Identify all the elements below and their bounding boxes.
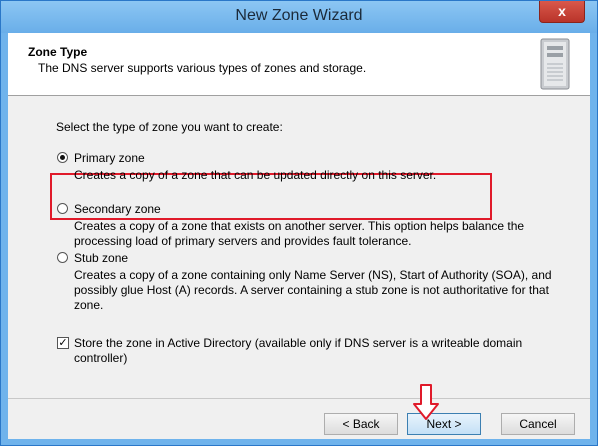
page-subtitle: The DNS server supports various types of… <box>38 61 367 75</box>
primary-zone-label[interactable]: Primary zone <box>74 151 145 165</box>
back-button[interactable]: < Back <box>324 413 398 435</box>
secondary-zone-label[interactable]: Secondary zone <box>74 202 161 216</box>
zone-type-prompt: Select the type of zone you want to crea… <box>56 120 283 134</box>
primary-zone-desc: Creates a copy of a zone that can be upd… <box>74 168 437 182</box>
wizard-header: Zone Type The DNS server supports variou… <box>8 33 590 96</box>
window-title: New Zone Wizard <box>235 7 363 24</box>
stub-zone-radio[interactable] <box>57 252 68 263</box>
server-icon <box>540 38 570 90</box>
down-arrow-icon <box>413 384 439 420</box>
title-bar[interactable]: New Zone Wizard x <box>1 1 597 33</box>
cancel-button[interactable]: Cancel <box>501 413 575 435</box>
store-in-ad-label[interactable]: Store the zone in Active Directory (avai… <box>74 336 574 366</box>
stub-zone-label[interactable]: Stub zone <box>74 251 128 265</box>
wizard-footer: < Back Next > Cancel <box>8 398 590 439</box>
primary-zone-radio[interactable] <box>57 152 68 163</box>
page-title: Zone Type <box>28 45 88 59</box>
wizard-window: New Zone Wizard x Zone Type The DNS serv… <box>0 0 598 446</box>
secondary-zone-radio[interactable] <box>57 203 68 214</box>
close-button[interactable]: x <box>539 1 585 23</box>
wizard-client: Zone Type The DNS server supports variou… <box>8 33 590 439</box>
wizard-body: Select the type of zone you want to crea… <box>8 96 590 396</box>
secondary-zone-desc: Creates a copy of a zone that exists on … <box>74 219 525 248</box>
store-in-ad-checkbox[interactable]: ✓ <box>57 337 69 349</box>
stub-zone-desc: Creates a copy of a zone containing only… <box>74 268 552 312</box>
